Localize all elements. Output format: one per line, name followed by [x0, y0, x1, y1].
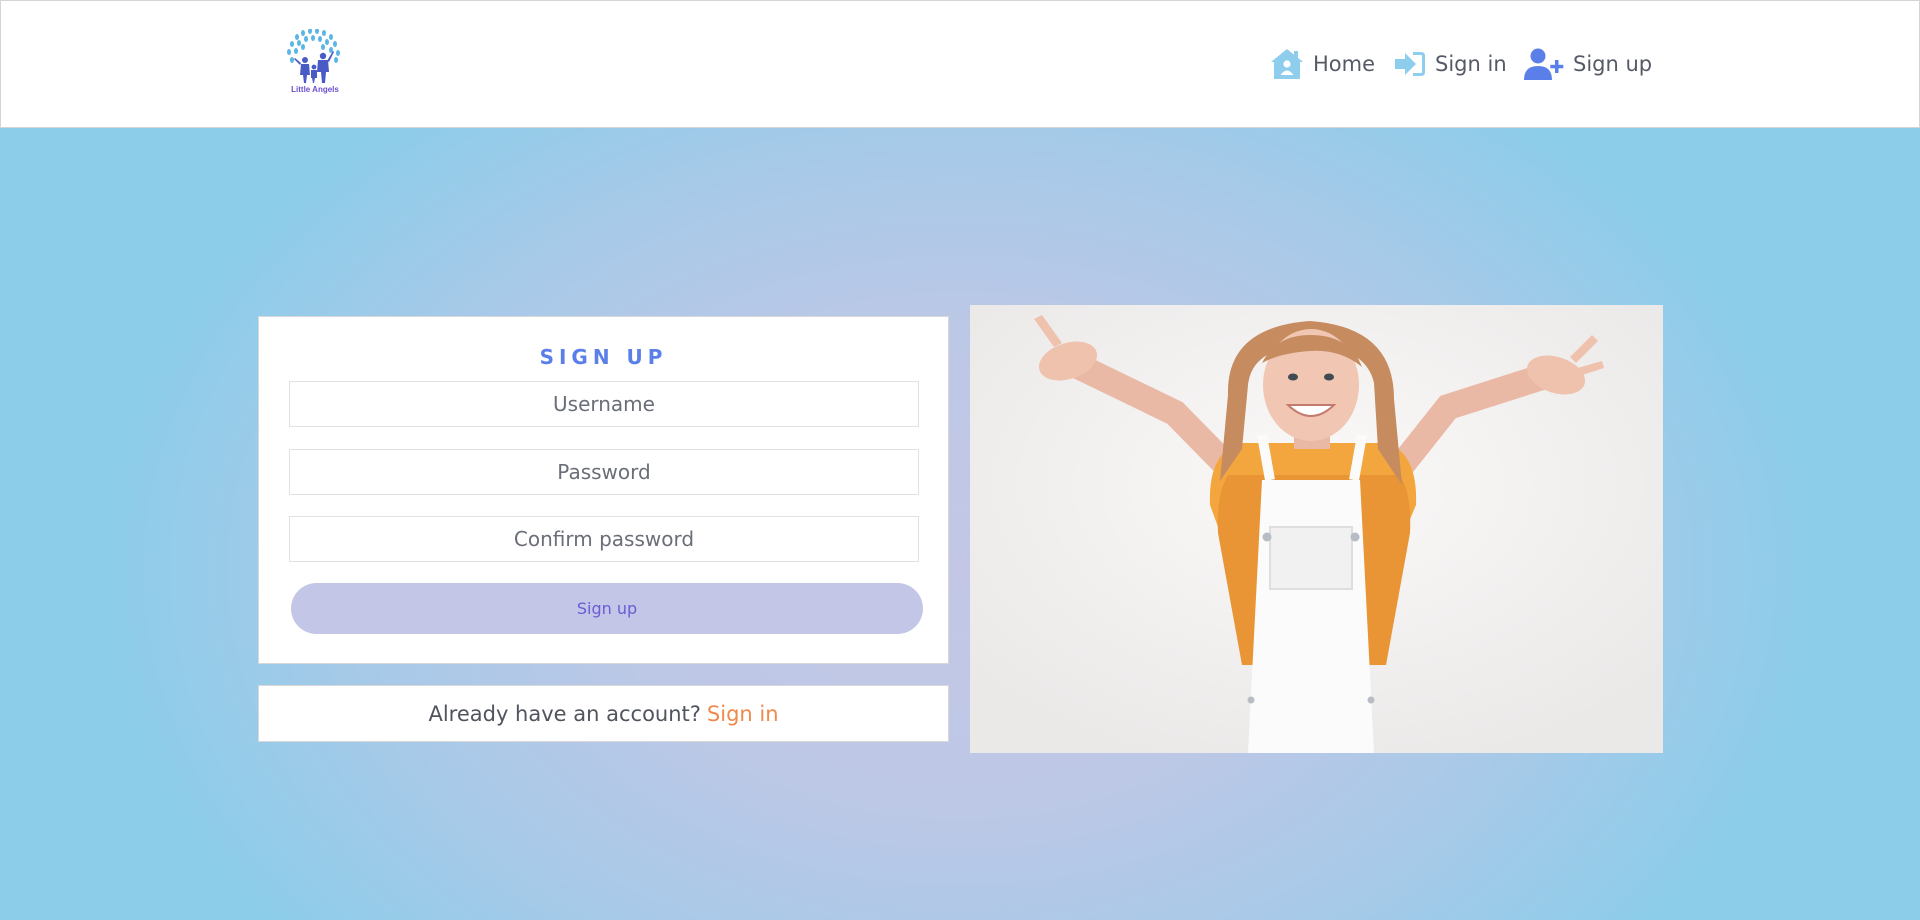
- girl-photo-illustration: [970, 305, 1663, 753]
- username-input[interactable]: [289, 381, 919, 427]
- nav-signin-link[interactable]: Sign in: [1393, 45, 1507, 83]
- nav-home-label: Home: [1313, 52, 1376, 76]
- signup-button[interactable]: Sign up: [291, 583, 923, 634]
- nav-home-link[interactable]: Home: [1269, 45, 1375, 83]
- home-icon: [1271, 49, 1303, 79]
- nav-signup-label: Sign up: [1573, 52, 1653, 76]
- password-input[interactable]: [289, 449, 919, 495]
- nav-signin-label: Sign in: [1435, 52, 1507, 76]
- logo-text: Little Angels: [291, 85, 339, 94]
- hero-photo: [970, 305, 1663, 753]
- sign-in-icon: [1395, 52, 1425, 76]
- nav-signup-link[interactable]: Sign up: [1523, 45, 1652, 83]
- form-title: SIGN UP: [539, 345, 668, 369]
- signin-prompt-text: Already have an account?: [428, 701, 701, 726]
- signin-link[interactable]: Sign in: [707, 702, 779, 726]
- signup-form-card: SIGN UP Sign up: [258, 316, 949, 664]
- confirm-password-input[interactable]: [289, 516, 919, 562]
- navbar: Little Angels Home Sign in Sign up: [0, 0, 1920, 128]
- logo[interactable]: Little Angels: [283, 28, 347, 101]
- user-plus-icon: [1524, 48, 1564, 80]
- signin-prompt-card: Already have an account? Sign in: [258, 685, 949, 742]
- logo-icon: [287, 28, 340, 83]
